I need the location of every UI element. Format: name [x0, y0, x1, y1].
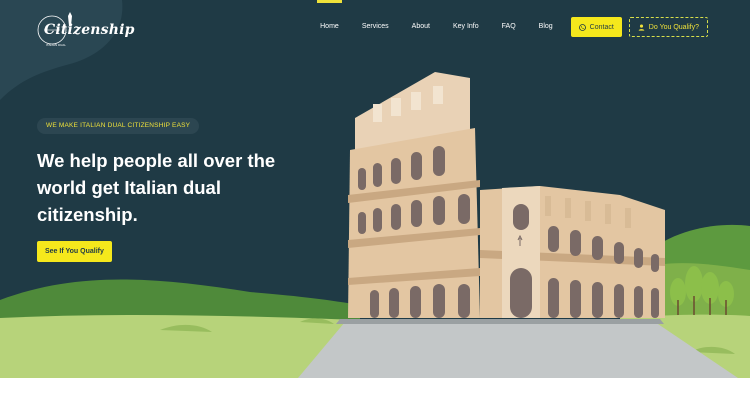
logo-wordmark[interactable]: Citizenship: [44, 22, 135, 38]
hero-headline: We help people all over the world get It…: [37, 150, 276, 225]
nav-services[interactable]: Services: [362, 17, 389, 37]
hero-section: ITALIAN DUAL Citizenship Home Services A…: [0, 0, 750, 378]
main-nav: Home Services About Key Info FAQ Blog Co…: [317, 0, 708, 37]
phone-icon: [578, 23, 586, 31]
nav-key-info[interactable]: Key Info: [453, 17, 479, 37]
qualify-button[interactable]: Do You Qualify?: [628, 17, 708, 37]
nav-faq[interactable]: FAQ: [502, 17, 516, 37]
nav-about[interactable]: About: [412, 17, 430, 37]
qualify-button-label: Do You Qualify?: [648, 23, 699, 31]
nav-home[interactable]: Home: [317, 0, 342, 37]
svg-text:ITALIAN DUAL: ITALIAN DUAL: [46, 43, 66, 47]
user-icon: [638, 24, 645, 31]
contact-button[interactable]: Contact: [570, 17, 622, 37]
contact-button-label: Contact: [589, 23, 614, 31]
hero-eyebrow-badge: WE MAKE ITALIAN DUAL CITIZENSHIP EASY: [37, 118, 200, 134]
see-if-you-qualify-button[interactable]: See If You Qualify: [37, 241, 112, 262]
nav-blog[interactable]: Blog: [539, 17, 553, 37]
